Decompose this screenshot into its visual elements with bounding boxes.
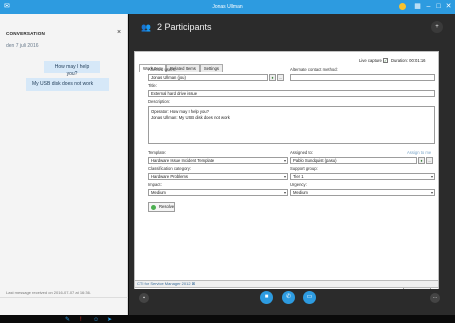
emoticon-icon[interactable]: ☺ [93,317,99,323]
assign-to-me-link[interactable]: Assign to me [407,150,431,155]
title-field[interactable]: External hard drive issue [148,90,435,97]
addin-tab[interactable]: CTI for Service Manager 2012 ⊠ [134,280,439,288]
chat-icon[interactable]: ▪ [139,293,149,303]
close-icon[interactable]: ✕ [444,2,453,12]
window-title: Jonas Ullman [212,4,243,10]
call-icon[interactable]: ✆ [282,291,295,304]
chevron-down-icon: ▾ [430,190,433,195]
message-bubble: My USB disk does not work [26,78,109,91]
resolve-label: Resolve [159,204,175,209]
classification-value: Hardware Problems [151,174,189,179]
template-select[interactable]: Hardware Issue Incident Template ▾ [148,157,288,164]
send-icon[interactable]: ➤ [107,317,112,323]
description-label: Description: [148,99,171,104]
priority-icon[interactable]: ! [80,317,82,323]
people-icon: 👥 [141,23,151,32]
chevron-down-icon: ▾ [430,174,433,179]
screen-share-icon[interactable]: ▭ [303,291,316,304]
user-picker-icon[interactable]: ♦ [269,74,276,81]
title-bar: ✉ Jonas Ullman ▦ – □ ✕ [0,0,455,14]
assigned-to-label: Assigned to: [290,150,314,155]
resolve-check-icon [151,205,156,210]
addin-tab-close-icon[interactable]: ⊠ [192,281,195,286]
live-capture-label: Live capture [359,58,382,63]
template-label: Template: [148,150,167,155]
affected-users-field[interactable]: Jonas Ullman (jou) [148,74,268,81]
template-value: Hardware Issue Incident Template [151,158,215,163]
maximize-icon[interactable]: □ [434,2,443,12]
urgency-value: Medium [293,190,308,195]
impact-select[interactable]: Medium ▾ [148,189,288,196]
chevron-down-icon: ▾ [283,190,286,195]
duration: Duration: 00:01:16 [391,58,425,63]
tab-settings[interactable]: Settings [199,64,223,72]
divider [0,297,128,298]
support-group-label: Support group: [290,166,318,171]
chevron-down-icon: ▾ [283,174,286,179]
more-options-icon[interactable]: … [430,293,440,303]
alternate-contact-field[interactable] [290,74,435,81]
support-group-value: Tier 1 [293,174,304,179]
message-bubble: How may I help you? [44,61,100,77]
resolve-button[interactable]: Resolve [148,202,175,212]
classification-label: Classification category: [148,166,192,171]
affected-users-label: Affected users: [148,67,176,72]
participants-pane: 👥 2 Participants + Work Item Related Item… [129,14,455,315]
tab-strip: Work Item Related Items Settings [139,57,223,72]
attachment-icon[interactable]: ✎ [65,317,70,323]
browse-users-button[interactable]: … [277,74,284,81]
classification-select[interactable]: Hardware Problems ▾ [148,173,288,180]
minimize-icon[interactable]: – [424,2,433,12]
alternate-contact-label: Alternate contact method: [290,67,338,72]
duration-label: Duration: [391,58,408,63]
last-message-timestamp: Last message received on 2016-07-07 at 1… [6,290,91,295]
support-group-select[interactable]: Tier 1 ▾ [290,173,435,180]
participants-header: 👥 2 Participants + [129,14,455,42]
work-item-panel: Work Item Related Items Settings Live capt… [134,51,439,298]
conversation-date: den 7 juli 2016 [6,43,39,49]
impact-label: Impact: [148,182,162,187]
urgency-label: Urgency: [290,182,307,187]
live-capture-checkbox[interactable]: ✓ [382,58,388,64]
addin-tab-label: CTI for Service Manager 2012 [137,281,191,286]
impact-value: Medium [151,190,166,195]
title-label: Title: [148,83,157,88]
settings-icon[interactable]: ▦ [413,2,422,12]
add-participant-icon[interactable]: + [431,21,443,33]
description-line: Jonas Ullman: My USB disk does not work [151,115,230,120]
conversation-header: CONVERSATION [6,31,46,36]
duration-value: 00:01:16 [409,58,426,63]
description-field[interactable]: Operator: How may I help you? Jonas Ullm… [148,106,435,144]
close-conversation-icon[interactable]: × [117,29,121,36]
live-capture: Live capture ✓ [359,58,388,64]
chevron-down-icon: ▾ [283,158,286,163]
video-icon[interactable]: ■ [260,291,273,304]
urgency-select[interactable]: Medium ▾ [290,189,435,196]
assignee-picker-icon[interactable]: ♦ [418,157,425,164]
participants-count: 2 Participants [157,22,212,32]
browse-assignee-button[interactable]: … [426,157,433,164]
assigned-to-field[interactable]: Pablo Sundquist (pasu) [290,157,417,164]
presence-smiley-icon[interactable] [399,3,406,10]
conversation-pane: CONVERSATION × den 7 juli 2016 How may I… [0,14,128,323]
